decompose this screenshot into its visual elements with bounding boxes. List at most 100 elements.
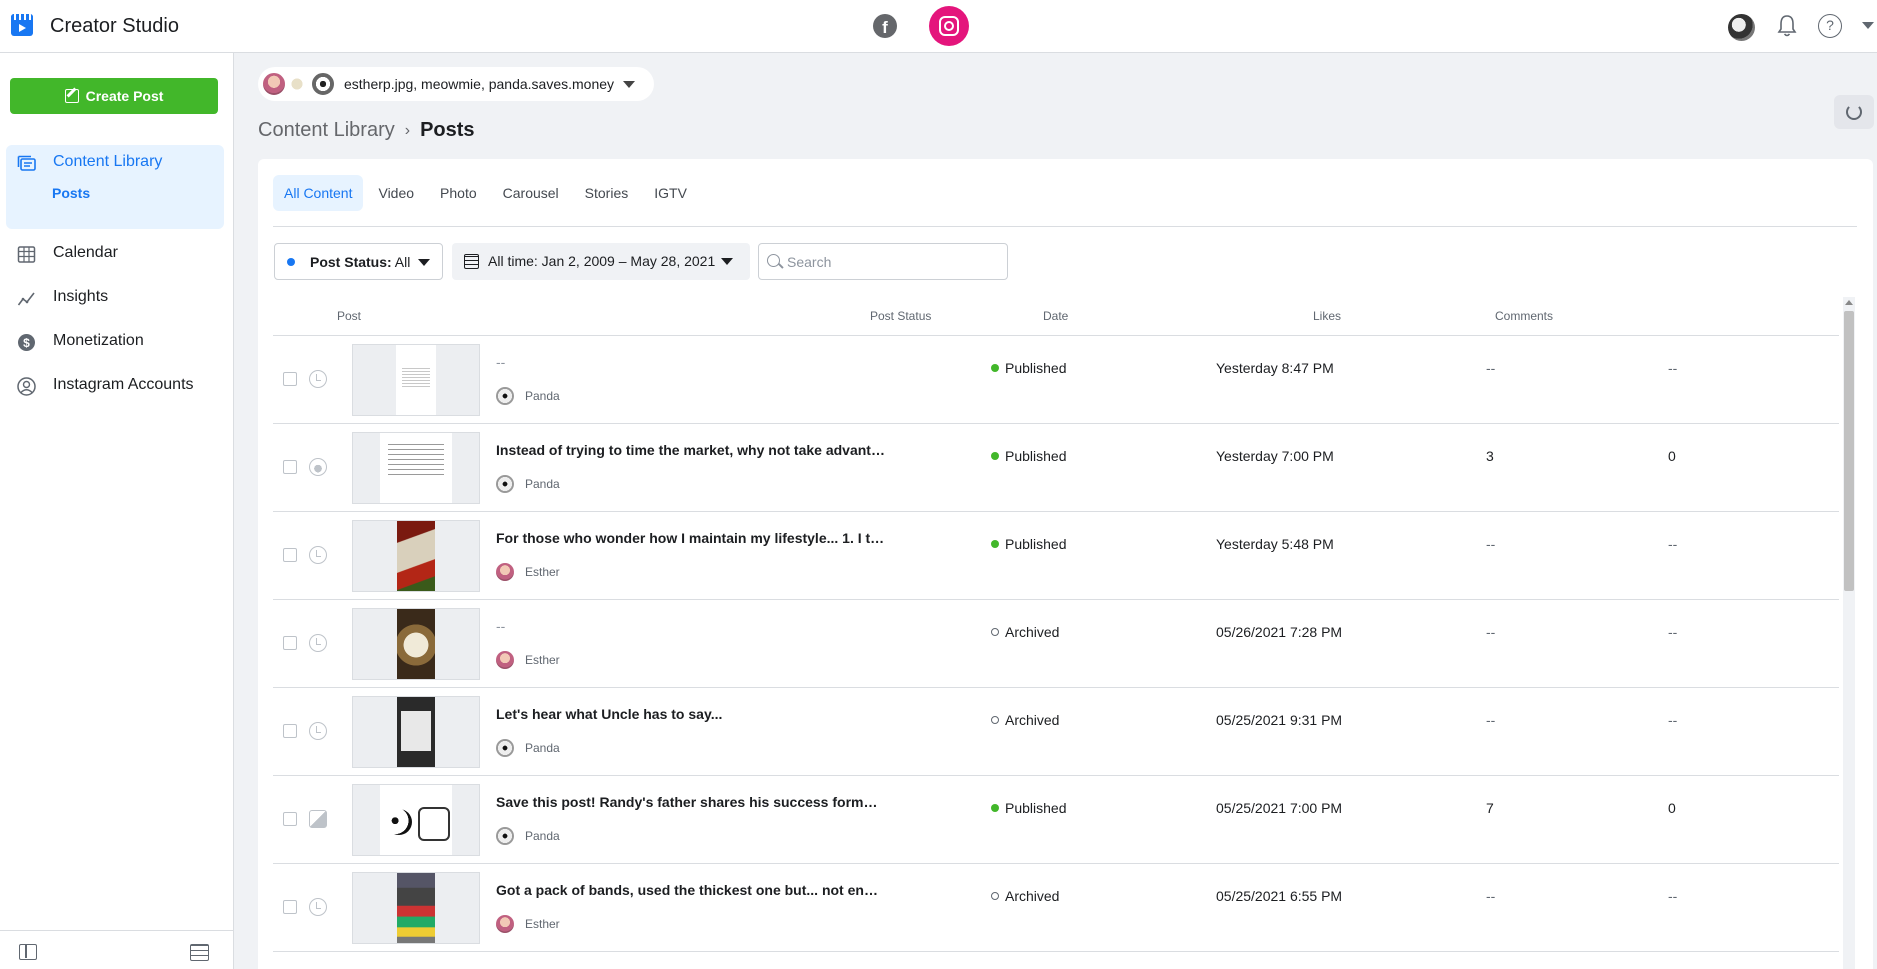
notifications-bell-icon[interactable] [1775, 13, 1799, 39]
post-caption[interactable]: For those who wonder how I maintain my l… [496, 530, 886, 546]
collapse-sidebar-icon[interactable] [19, 944, 37, 960]
post-caption[interactable]: -- [496, 618, 886, 634]
post-caption[interactable]: Let's hear what Uncle has to say... [496, 706, 886, 722]
post-comments: -- [1668, 624, 1678, 640]
post-author: Panda [496, 387, 560, 405]
column-header-status[interactable]: Post Status [870, 309, 931, 323]
published-dot-icon [991, 364, 999, 372]
instagram-icon[interactable] [929, 6, 969, 46]
row-checkbox[interactable] [283, 900, 297, 914]
table-row[interactable]: For those who wonder how I maintain my l… [273, 512, 1839, 600]
table-row[interactable]: Save this post! Randy's father shares hi… [273, 776, 1839, 864]
published-dot-icon [991, 540, 999, 548]
status-badge: Published [991, 800, 1067, 816]
post-caption[interactable]: Got a pack of bands, used the thickest o… [496, 882, 886, 898]
chevron-down-icon [623, 81, 635, 88]
author-name: Panda [525, 829, 560, 843]
tab-video[interactable]: Video [367, 175, 425, 211]
row-checkbox[interactable] [283, 636, 297, 650]
post-caption[interactable]: -- [496, 354, 886, 370]
account-names: estherp.jpg, meowmie, panda.saves.money [344, 76, 615, 92]
row-checkbox[interactable] [283, 724, 297, 738]
column-header-comments[interactable]: Comments [1495, 309, 1553, 323]
breadcrumb-parent[interactable]: Content Library [258, 119, 395, 142]
post-caption[interactable]: Save this post! Randy's father shares hi… [496, 794, 886, 810]
clock-icon [309, 634, 327, 652]
refresh-button[interactable] [1834, 95, 1874, 129]
post-author: Esther [496, 651, 560, 669]
refresh-icon [1846, 104, 1862, 120]
profile-avatar[interactable] [1728, 14, 1755, 41]
post-likes: -- [1486, 888, 1496, 904]
create-post-button[interactable]: Create Post [10, 78, 218, 114]
tab-all-content[interactable]: All Content [273, 175, 364, 211]
archived-dot-icon [991, 628, 999, 636]
account-menu-caret-icon[interactable] [1862, 22, 1874, 29]
sidebar-item-content-library[interactable]: Content Library [0, 149, 234, 177]
sidebar-item-monetization[interactable]: $ Monetization [0, 328, 234, 356]
tab-stories[interactable]: Stories [574, 175, 640, 211]
sidebar-item-instagram-accounts[interactable]: Instagram Accounts [0, 372, 234, 400]
post-thumbnail[interactable] [352, 344, 480, 416]
table-row[interactable]: Got a pack of bands, used the thickest o… [273, 864, 1839, 952]
post-thumbnail[interactable] [352, 432, 480, 504]
sidebar-item-calendar[interactable]: Calendar [0, 240, 234, 268]
author-name: Panda [525, 741, 560, 755]
accounts-icon [17, 377, 36, 396]
column-header-post[interactable]: Post [337, 309, 361, 323]
tab-carousel[interactable]: Carousel [492, 175, 570, 211]
date-range-filter[interactable]: All time: Jan 2, 2009 – May 28, 2021 [452, 243, 750, 280]
avatar [496, 563, 514, 581]
photo-icon [309, 458, 327, 476]
post-status-filter-label: Post Status: [310, 254, 392, 270]
row-checkbox[interactable] [283, 548, 297, 562]
post-thumbnail[interactable] [352, 608, 480, 680]
post-author: Panda [496, 827, 560, 845]
sidebar-footer [0, 930, 234, 969]
post-caption[interactable]: Instead of trying to time the market, wh… [496, 442, 886, 458]
search-icon [767, 254, 780, 267]
table-header: Post Post Status Date Likes Comments [273, 297, 1839, 336]
post-thumbnail[interactable] [352, 872, 480, 944]
post-thumbnail[interactable] [352, 696, 480, 768]
post-comments: -- [1668, 536, 1678, 552]
scroll-up-icon[interactable] [1845, 300, 1853, 305]
insights-icon [17, 292, 35, 306]
creator-studio-logo-icon[interactable] [11, 14, 33, 36]
table-row[interactable]: -- Esther Archived 05/26/2021 7:28 PM --… [273, 600, 1839, 688]
table-row[interactable]: Let's hear what Uncle has to say... Pand… [273, 688, 1839, 776]
account-selector[interactable]: estherp.jpg, meowmie, panda.saves.money [258, 67, 654, 101]
search-input[interactable] [787, 252, 1002, 272]
help-icon[interactable]: ? [1818, 14, 1842, 38]
post-thumbnail[interactable] [352, 520, 480, 592]
avatar [496, 739, 514, 757]
sidebar-subitem-posts[interactable]: Posts [52, 185, 90, 201]
post-thumbnail[interactable] [352, 784, 480, 856]
facebook-icon[interactable]: f [873, 14, 897, 38]
archived-dot-icon [991, 716, 999, 724]
sidebar-item-insights[interactable]: Insights [0, 284, 234, 312]
status-text: Published [1005, 360, 1067, 376]
post-comments: -- [1668, 360, 1678, 376]
breadcrumb: Content Library › Posts [258, 119, 475, 142]
scrollbar-thumb[interactable] [1844, 311, 1854, 591]
tab-igtv[interactable]: IGTV [643, 175, 698, 211]
divider [273, 226, 1857, 227]
author-name: Esther [525, 653, 560, 667]
row-checkbox[interactable] [283, 372, 297, 386]
post-status-filter[interactable]: Post Status: All [274, 243, 443, 280]
content-panel: All Content Video Photo Carousel Stories… [258, 159, 1873, 969]
column-header-likes[interactable]: Likes [1313, 309, 1341, 323]
table-row[interactable]: -- Panda Published Yesterday 8:47 PM -- … [273, 336, 1839, 424]
column-header-date[interactable]: Date [1043, 309, 1068, 323]
row-checkbox[interactable] [283, 460, 297, 474]
table-row[interactable]: Instead of trying to time the market, wh… [273, 424, 1839, 512]
post-likes: -- [1486, 536, 1496, 552]
tab-photo[interactable]: Photo [429, 175, 488, 211]
table-view-icon[interactable] [190, 944, 209, 961]
table-scrollbar[interactable] [1843, 297, 1855, 969]
sidebar: Create Post Content Library Posts Calend… [0, 53, 234, 969]
post-date: Yesterday 7:00 PM [1216, 448, 1334, 464]
status-badge: Archived [991, 888, 1059, 904]
row-checkbox[interactable] [283, 812, 297, 826]
